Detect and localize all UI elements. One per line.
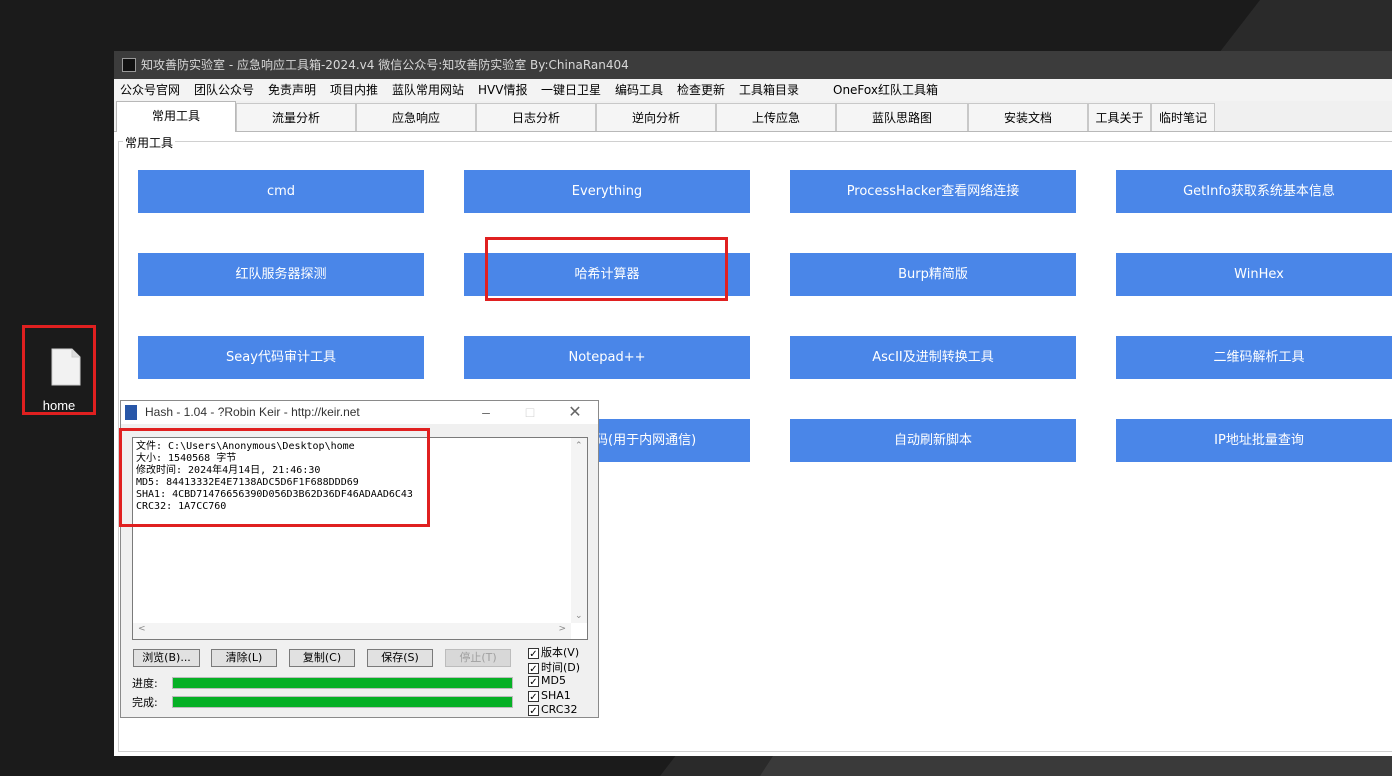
group-label: 常用工具 [123,134,176,151]
file-icon [51,348,81,386]
tab-reverse-analysis[interactable]: 逆向分析 [596,103,716,131]
option-version[interactable]: ✓ 版本(V) [528,644,579,660]
scroll-left-icon[interactable]: < [138,624,146,634]
copy-button[interactable]: 复制(C) [289,649,355,667]
menu-item-satellite[interactable]: 一键日卫星 [541,79,601,101]
hash-output-textarea[interactable]: 文件: C:\Users\Anonymous\Desktop\home 大小: 1… [132,437,588,640]
tool-button-getinfo[interactable]: GetInfo获取系统基本信息 [1116,170,1392,213]
clear-button[interactable]: 清除(L) [211,649,277,667]
checkbox-sha1[interactable]: ✓ [528,690,539,703]
tool-button-burp-lite[interactable]: Burp精简版 [790,253,1076,296]
menu-item-toolbox-dir[interactable]: 工具箱目录 [739,79,799,101]
tool-button-processhacker[interactable]: ProcessHacker查看网络连接 [790,170,1076,213]
hash-window: Hash - 1.04 - ?Robin Keir - http://keir.… [120,400,599,718]
menu-item-disclaimer[interactable]: 免责声明 [268,79,316,101]
hash-output-text: 文件: C:\Users\Anonymous\Desktop\home 大小: 1… [136,441,413,513]
menu-item-official-site[interactable]: 公众号官网 [120,79,180,101]
output-line-crc32: CRC32: 1A7CC760 [136,501,227,512]
tool-button-everything[interactable]: Everything [464,170,750,213]
tool-button-qrcode-parser[interactable]: 二维码解析工具 [1116,336,1392,379]
title-bar[interactable]: 知攻善防实验室 - 应急响应工具箱-2024.v4 微信公众号:知攻善防实验室 … [114,51,1392,79]
tab-incident-response[interactable]: 应急响应 [356,103,476,131]
tab-blue-team-mindmap[interactable]: 蓝队思路图 [836,103,968,131]
output-line-modified: 修改时间: 2024年4月14日, 21:46:30 [136,465,321,476]
complete-label: 完成: [132,696,158,709]
output-line-file: 文件: C:\Users\Anonymous\Desktop\home [136,441,355,452]
app-icon [122,58,136,72]
tab-common-tools[interactable]: 常用工具 [116,101,236,132]
checkbox-version[interactable]: ✓ [528,647,539,660]
tool-button-seay-audit[interactable]: Seay代码审计工具 [138,336,424,379]
menu-item-blue-team-sites[interactable]: 蓝队常用网站 [392,79,464,101]
option-md5[interactable]: ✓ MD5 [528,674,566,688]
stop-button: 停止(T) [445,649,511,667]
checkbox-md5[interactable]: ✓ [528,675,539,688]
scroll-down-icon[interactable]: ⌄ [575,611,583,621]
tab-upload-response[interactable]: 上传应急 [716,103,836,131]
minimize-icon[interactable]: – [475,401,497,424]
tab-about[interactable]: 工具关于 [1088,103,1151,131]
checkbox-crc32[interactable]: ✓ [528,704,539,717]
output-line-size: 大小: 1540568 字节 [136,453,237,464]
output-line-md5: MD5: 84413332E4E7138ADC5D6F1F688DDD69 [136,477,359,488]
menu-bar: 公众号官网 团队公众号 免责声明 项目内推 蓝队常用网站 HVV情报 一键日卫星… [114,79,1392,101]
tool-button-ip-batch-query[interactable]: IP地址批量查询 [1116,419,1392,462]
scroll-right-icon[interactable]: > [558,624,566,634]
window-title: 知攻善防实验室 - 应急响应工具箱-2024.v4 微信公众号:知攻善防实验室 … [141,58,629,72]
complete-bar-fill [173,697,512,707]
tool-button-winhex[interactable]: WinHex [1116,253,1392,296]
tab-log-analysis[interactable]: 日志分析 [476,103,596,131]
tool-button-notepadpp[interactable]: Notepad++ [464,336,750,379]
menu-item-onefox[interactable]: OneFox红队工具箱 [833,79,938,101]
option-sha1[interactable]: ✓ SHA1 [528,689,571,703]
option-crc32[interactable]: ✓ CRC32 [528,703,578,717]
scroll-up-icon[interactable]: ⌃ [575,441,583,451]
save-button[interactable]: 保存(S) [367,649,433,667]
tab-install-docs[interactable]: 安装文档 [968,103,1088,131]
hash-window-title: Hash - 1.04 - ?Robin Keir - http://keir.… [145,405,360,419]
hash-app-icon [125,405,137,420]
tool-button-cmd[interactable]: cmd [138,170,424,213]
vertical-scrollbar[interactable]: ⌃ ⌄ [571,438,587,623]
option-sha1-label: SHA1 [541,689,571,702]
option-crc32-label: CRC32 [541,703,578,716]
option-md5-label: MD5 [541,674,566,687]
output-line-sha1: SHA1: 4CBD71476656390D056D3B62D36DF46ADA… [136,489,413,500]
tool-button-ascii-converter[interactable]: AscII及进制转换工具 [790,336,1076,379]
checkbox-time[interactable]: ✓ [528,662,539,675]
menu-item-encoding-tools[interactable]: 编码工具 [615,79,663,101]
tab-bar: 常用工具 流量分析 应急响应 日志分析 逆向分析 上传应急 蓝队思路图 安装文档… [114,101,1392,132]
option-time-label: 时间(D) [541,661,581,674]
maximize-icon: □ [525,404,535,420]
progress-bar-fill [173,678,512,688]
horizontal-scrollbar[interactable]: < > [133,623,571,639]
progress-label: 进度: [132,677,158,690]
progress-bar [172,677,513,689]
browse-button[interactable]: 浏览(B)... [133,649,200,667]
desktop-file-home[interactable]: home [22,325,96,415]
tool-button-hash-calculator[interactable]: 哈希计算器 [464,253,750,296]
menu-item-team-account[interactable]: 团队公众号 [194,79,254,101]
menu-item-check-update[interactable]: 检查更新 [677,79,725,101]
close-icon[interactable]: ✕ [564,401,586,424]
menu-item-hvv-intel[interactable]: HVV情报 [478,79,527,101]
tool-button-redteam-server-probe[interactable]: 红队服务器探测 [138,253,424,296]
hash-title-bar[interactable]: Hash - 1.04 - ?Robin Keir - http://keir.… [121,401,598,424]
tab-notes[interactable]: 临时笔记 [1151,103,1215,131]
option-version-label: 版本(V) [541,646,580,659]
menu-item-referral[interactable]: 项目内推 [330,79,378,101]
complete-bar [172,696,513,708]
tool-button-auto-refresh[interactable]: 自动刷新脚本 [790,419,1076,462]
tab-traffic-analysis[interactable]: 流量分析 [236,103,356,131]
desktop-file-label: home [42,398,76,413]
option-time[interactable]: ✓ 时间(D) [528,659,580,675]
